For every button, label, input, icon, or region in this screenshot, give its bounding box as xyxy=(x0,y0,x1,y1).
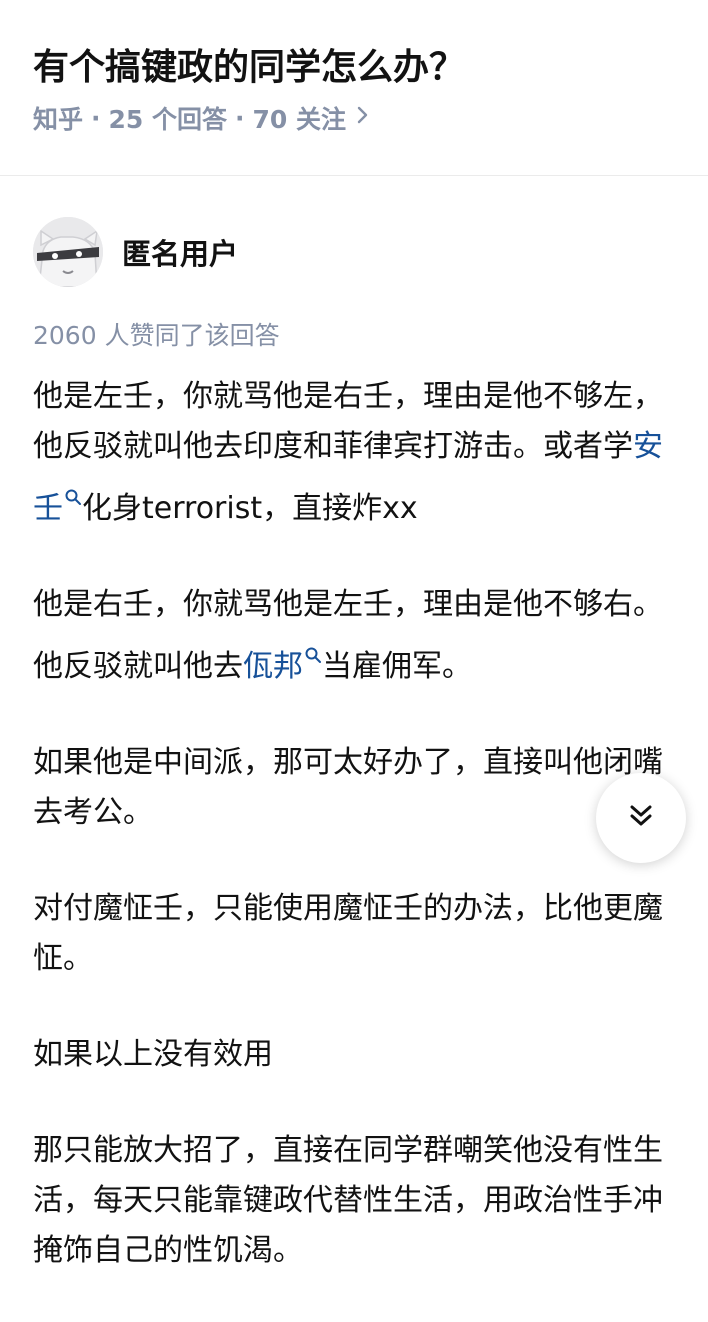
source-label: 知乎 xyxy=(33,105,84,134)
author-name[interactable]: 匿名用户 xyxy=(122,231,238,273)
answer-paragraph: 那只能放大招了，直接在同学群嘲笑他没有性生活，每天只能靠键政代替性生活，用政治性… xyxy=(33,1133,663,1268)
scroll-next-button[interactable] xyxy=(596,773,686,863)
question-header: 有个搞键政的同学怎么办？ 知乎 · 25 个回答 · 70 关注 xyxy=(0,0,708,176)
chevron-right-icon xyxy=(356,103,370,133)
answer-paragraph: 对付魔怔壬，只能使用魔怔壬的办法，比他更魔怔。 xyxy=(33,891,663,976)
vote-count: 2060 人赞同了该回答 xyxy=(33,321,280,350)
search-icon xyxy=(304,630,322,663)
answer-paragraph: 他是右壬，你就骂他是左壬，理由是他不够右。他反驳就叫他去佤邦 当雇佣军。 xyxy=(33,580,678,692)
answer-paragraph: 如果他是中间派，那可太好办了，直接叫他闭嘴去考公。 xyxy=(33,745,663,830)
search-icon xyxy=(64,472,82,505)
author-row[interactable]: 匿名用户 xyxy=(33,216,238,288)
meta-separator: · xyxy=(235,103,245,133)
question-title[interactable]: 有个搞键政的同学怎么办？ xyxy=(33,38,465,90)
paragraph-text: 当雇佣军。 xyxy=(322,649,472,684)
answer-paragraph: 他是左壬，你就骂他是右壬，理由是他不够左，他反驳就叫他去印度和菲律宾打游击。或者… xyxy=(33,372,678,534)
anonymous-avatar-icon[interactable] xyxy=(33,217,103,287)
meta-separator: · xyxy=(91,103,101,133)
answer-content: 他是左壬，你就骂他是右壬，理由是他不够左，他反驳就叫他去印度和菲律宾打游击。或者… xyxy=(33,372,678,1322)
search-link-wabang[interactable]: 佤邦 xyxy=(243,647,322,684)
link-text: 佤邦 xyxy=(243,649,303,684)
double-chevron-down-icon xyxy=(627,802,655,834)
header-divider xyxy=(0,175,708,176)
answers-count: 25 个回答 xyxy=(108,105,228,134)
followers-count: 70 关注 xyxy=(252,105,347,134)
question-meta[interactable]: 知乎 · 25 个回答 · 70 关注 xyxy=(33,100,370,136)
paragraph-text: 化身terrorist，直接炸xx xyxy=(82,491,418,526)
answer-paragraph: 如果以上没有效用 xyxy=(33,1037,273,1072)
paragraph-text: 他是左壬，你就骂他是右壬，理由是他不够左，他反驳就叫他去印度和菲律宾打游击。或者… xyxy=(33,379,663,464)
